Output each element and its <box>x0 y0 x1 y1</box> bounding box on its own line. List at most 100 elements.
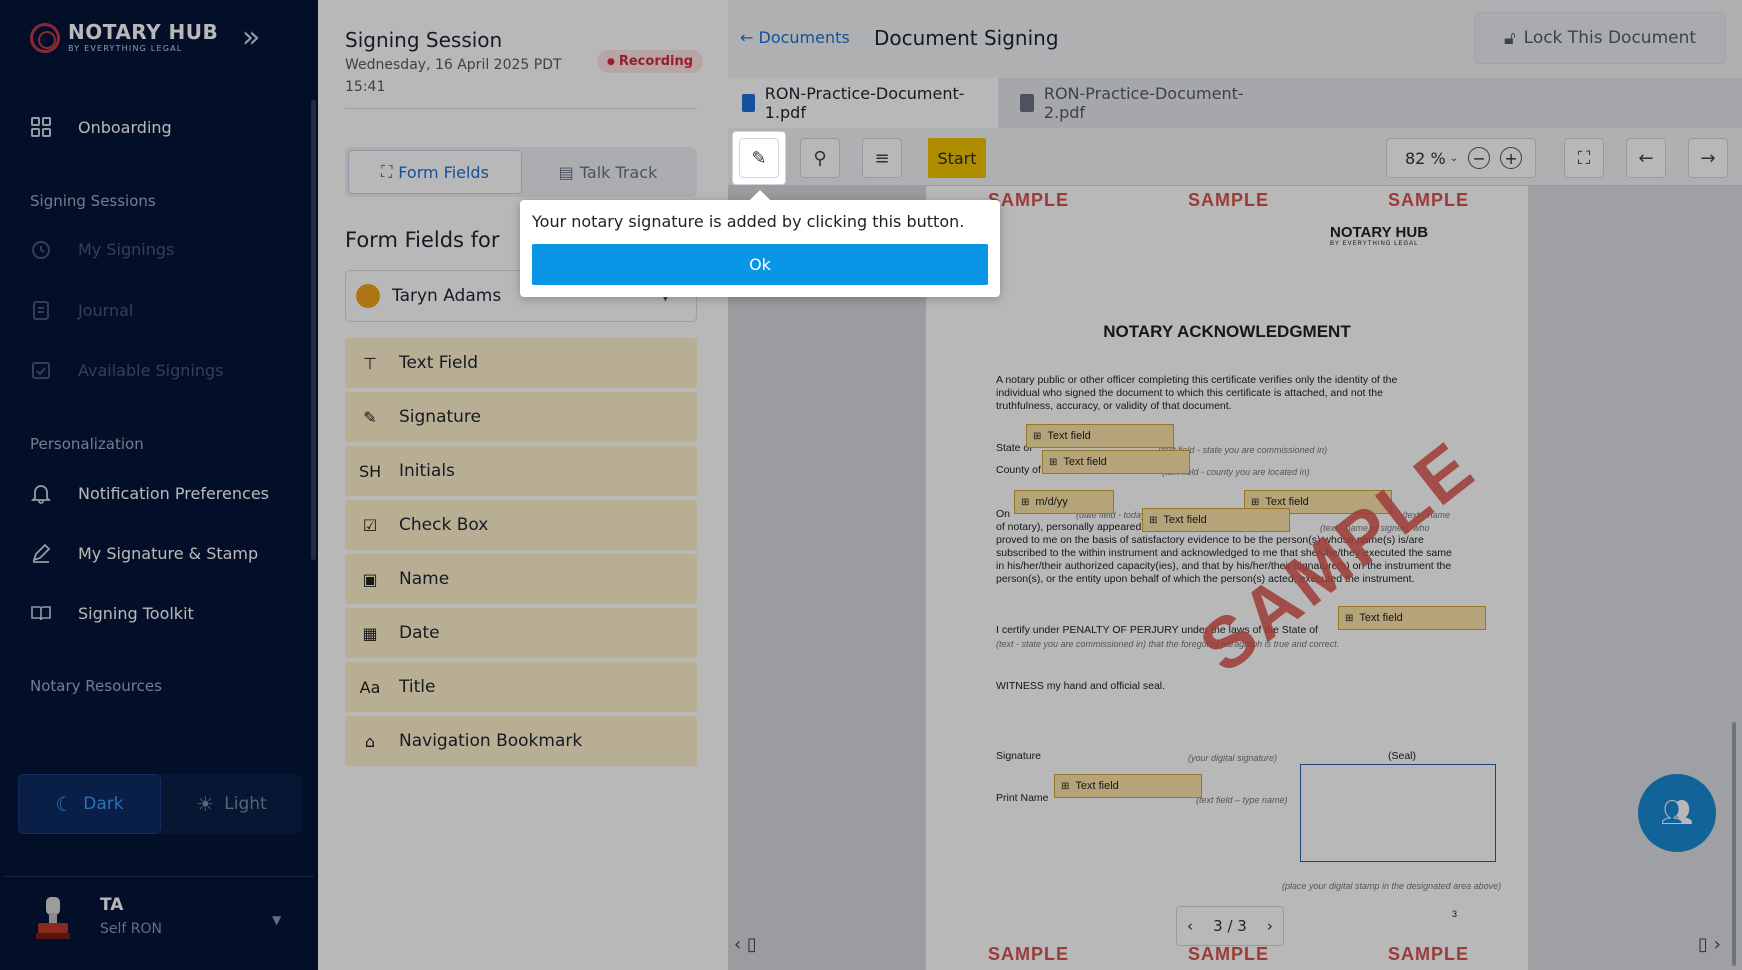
arrow-left-icon: ← <box>740 28 754 47</box>
file-icon <box>742 94 755 112</box>
initials-icon: SH <box>359 461 382 481</box>
tab-form-fields[interactable]: ⛶ Form Fields <box>348 150 522 194</box>
session-tabs: ⛶ Form Fields ▤ Talk Track <box>345 147 697 197</box>
start-button[interactable]: Start <box>928 138 986 178</box>
chevron-left-icon[interactable]: ‹ <box>1187 917 1193 935</box>
previous-page-button[interactable]: ← <box>1626 138 1666 178</box>
align-left-icon: ≡ <box>874 147 890 169</box>
highlighted-signature-button[interactable]: ✎ <box>733 132 785 184</box>
form-field-item[interactable]: ▦ Date <box>345 608 697 658</box>
tab-label: RON-Practice-Document-1.pdf <box>764 84 965 122</box>
sun-icon: ☀ <box>196 792 215 816</box>
zoom-out-icon[interactable]: − <box>1468 147 1491 169</box>
stamp-hint: (place your digital stamp in the designa… <box>1282 881 1502 891</box>
double-chevron-right-icon[interactable]: » <box>242 23 260 53</box>
next-page-button[interactable]: → <box>1688 138 1728 178</box>
theme-light-label: Light <box>224 794 267 814</box>
form-field-item[interactable]: ⌂ Navigation Bookmark <box>345 716 697 766</box>
page-logo-title: NOTARY HUB <box>1330 224 1429 241</box>
sidebar-item-notification-preferences[interactable]: Notification Preferences <box>30 482 269 504</box>
zoom-select[interactable]: 82 % <box>1405 149 1446 168</box>
intro-paragraph: A notary public or other officer complet… <box>996 374 1398 412</box>
tab-document-1[interactable]: RON-Practice-Document-1.pdf <box>728 78 998 128</box>
watermark: SAMPLE <box>988 944 1070 964</box>
form-field-item[interactable]: ⊤ Text Field <box>345 338 697 388</box>
sidebar-item-label: My Signature & Stamp <box>78 543 259 563</box>
chevron-down-icon[interactable]: ▼ <box>272 913 281 927</box>
zoom-in-icon[interactable]: + <box>1500 147 1523 169</box>
lock-icon: 🔓︎ <box>1503 27 1516 49</box>
sidebar-item-label: Notification Preferences <box>78 483 269 503</box>
sidebar-item-journal[interactable]: Journal <box>30 299 133 321</box>
sidebar-item-available-signings[interactable]: Available Signings <box>30 359 223 381</box>
users-icon: 👥︎ <box>1660 798 1694 828</box>
document-heading: NOTARY ACKNOWLEDGMENT <box>1103 322 1351 341</box>
tab-label: RON-Practice-Document-2.pdf <box>1043 84 1244 122</box>
county-label: County of <box>996 464 1041 476</box>
watermark: SAMPLE <box>1388 944 1470 964</box>
stamp-icon: ⚲ <box>813 147 827 169</box>
theme-light-button[interactable]: ☀ Light <box>161 774 302 834</box>
chevron-right-icon[interactable]: › <box>1267 917 1273 935</box>
sidebar-item-my-signings[interactable]: My Signings <box>30 238 174 260</box>
participants-chat-button[interactable]: 👥︎ <box>1638 774 1716 852</box>
sidebar-item-label: My Signings <box>78 239 175 259</box>
back-label: Documents <box>758 28 850 47</box>
thumbnail-column <box>728 186 926 970</box>
sidebar-scrollbar[interactable] <box>311 100 316 560</box>
sidebar-item-onboarding[interactable]: Onboarding <box>30 116 172 138</box>
app-logo[interactable]: NOTARY HUB BY EVERYTHING LEGAL <box>30 22 218 53</box>
document-toolbar: ✎ ⚲ ≡ Start 82 % ⌄ − + ⛶ ← → <box>728 128 1742 186</box>
tab-label: Talk Track <box>579 162 658 182</box>
sidebar-item-signing-toolkit[interactable]: Signing Toolkit <box>30 602 194 624</box>
bell-icon <box>30 482 52 504</box>
form-field-item[interactable]: ▣ Name <box>345 554 697 604</box>
text-field-county[interactable]: Text field <box>1042 450 1190 474</box>
text-field-print-name[interactable]: Text field <box>1054 774 1202 798</box>
form-field-item[interactable]: ☑ Check Box <box>345 500 697 550</box>
form-field-label: Initials <box>399 461 455 481</box>
page-scrollbar[interactable] <box>1732 722 1736 966</box>
tab-document-2[interactable]: RON-Practice-Document-2.pdf <box>1006 78 1296 128</box>
form-field-item[interactable]: SH Initials <box>345 446 697 496</box>
text-field-state[interactable]: Text field <box>1026 424 1174 448</box>
lock-label: Lock This Document <box>1523 28 1697 48</box>
pen-icon: ✎ <box>363 407 377 427</box>
fullscreen-button[interactable]: ⛶ <box>1564 138 1604 178</box>
form-fields-icon: ⛶ <box>381 162 393 181</box>
sidebar-item-label: Onboarding <box>78 117 172 137</box>
page-number: 3 <box>1452 909 1458 919</box>
logo-subtitle: BY EVERYTHING LEGAL <box>68 44 183 53</box>
user-profile[interactable]: TA Self RON ▼ <box>4 876 314 970</box>
page-title: Document Signing <box>874 26 1059 50</box>
back-to-documents-link[interactable]: ← Documents <box>740 28 850 47</box>
section-personalization: Personalization <box>30 435 144 453</box>
form-field-label: Name <box>399 569 450 589</box>
align-button[interactable]: ≡ <box>862 138 902 178</box>
lock-document-button[interactable]: 🔓︎ Lock This Document <box>1474 12 1726 64</box>
signer-name: Taryn Adams <box>392 286 502 306</box>
signature-hint: (your digital signature) <box>1188 753 1278 763</box>
stamp-area[interactable] <box>1300 764 1496 862</box>
text-field-state-perjury[interactable]: Text field <box>1338 606 1486 630</box>
form-field-item[interactable]: ✎ Signature <box>345 392 697 442</box>
sidebar-item-label: Journal <box>78 300 134 320</box>
add-stamp-button[interactable]: ⚲ <box>800 138 840 178</box>
tab-talk-track[interactable]: ▤ Talk Track <box>522 150 694 194</box>
date-field[interactable]: m/d/yy <box>1014 490 1114 514</box>
sidebar-item-label: Available Signings <box>78 360 224 380</box>
ok-button[interactable]: Ok <box>532 244 988 285</box>
collapse-thumbnails-icon[interactable]: ‹ ▯ <box>734 934 757 955</box>
name-icon: ▣ <box>362 569 378 589</box>
text-field-icon: ⊤ <box>363 353 377 373</box>
clipboard-icon <box>30 299 52 321</box>
theme-dark-button[interactable]: ☾ Dark <box>18 774 161 834</box>
signer-color-dot <box>356 284 380 308</box>
title-icon: Aa <box>359 677 381 697</box>
document-page: SAMPLE SAMPLE SAMPLE NOTARY HUB BY EVERY… <box>926 186 1528 970</box>
expand-panel-icon[interactable]: ▯ › <box>1698 934 1721 955</box>
form-field-item[interactable]: Aa Title <box>345 662 697 712</box>
sidebar-item-signature-stamp[interactable]: My Signature & Stamp <box>30 542 258 564</box>
text-field-signer-name[interactable]: Text field <box>1142 508 1290 532</box>
pen-icon: ✎ <box>739 138 779 178</box>
